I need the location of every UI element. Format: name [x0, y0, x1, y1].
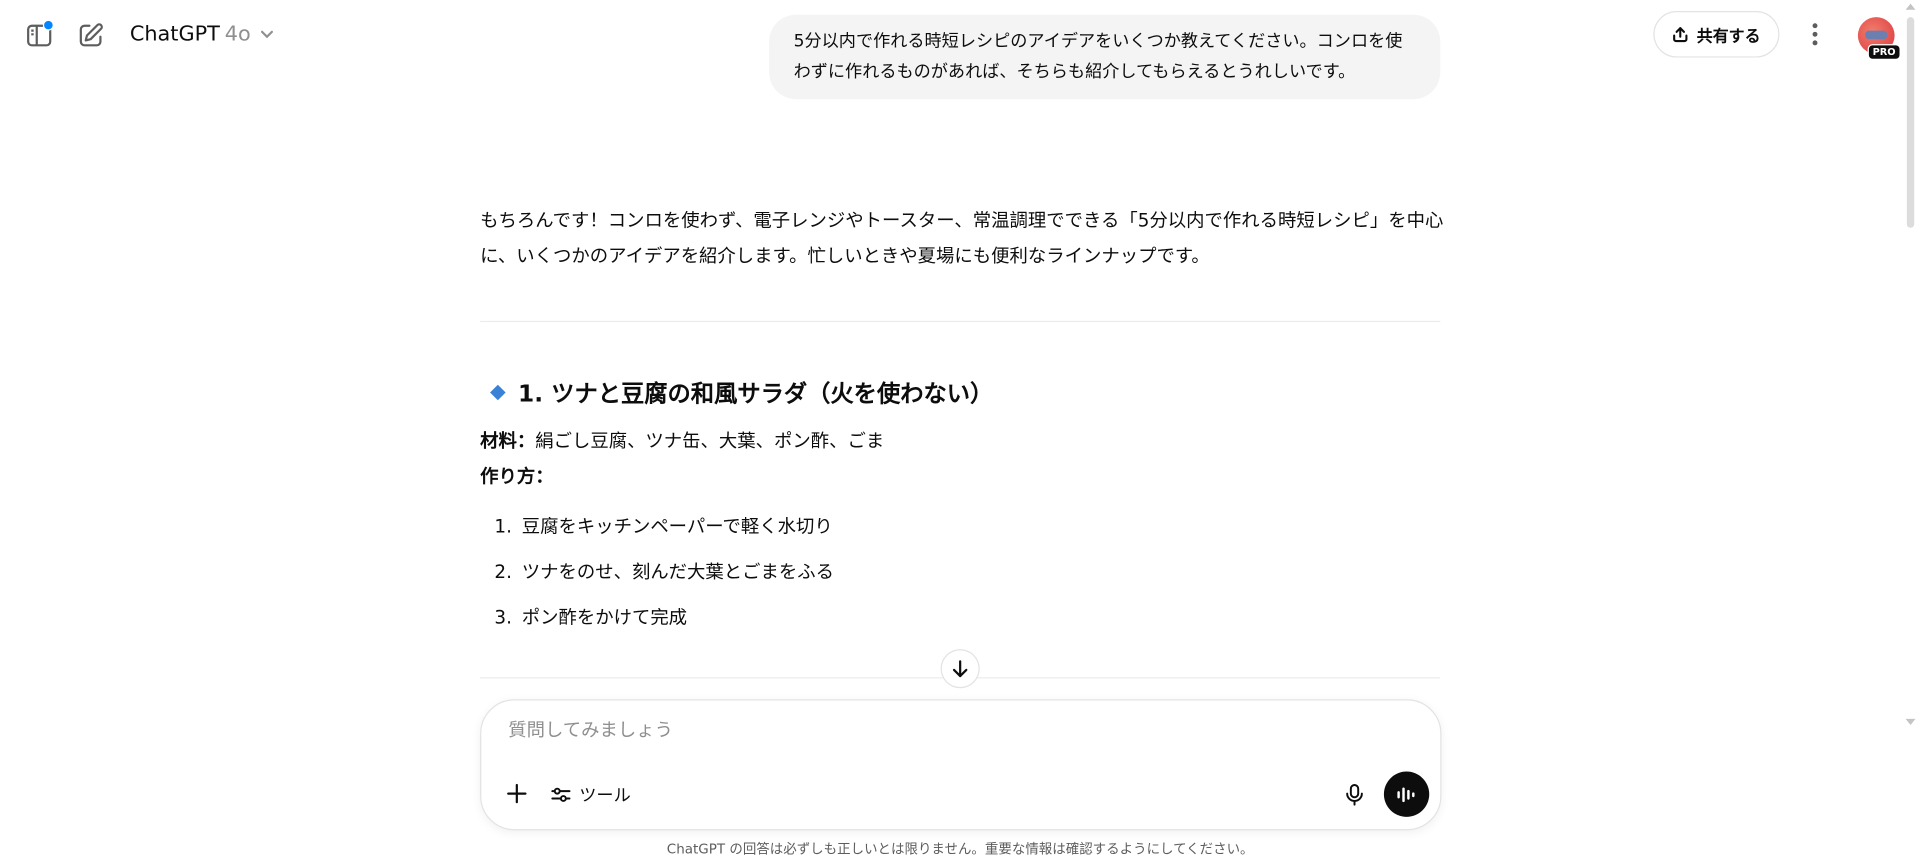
ingredients-line: 材料：絹ごし豆腐、ツナ缶、大葉、ポン酢、ごま	[480, 424, 884, 458]
voice-mode-button[interactable]	[1383, 771, 1430, 817]
sidebar-toggle-button[interactable]	[24, 19, 54, 50]
ingredients-label: 材料：	[480, 429, 536, 452]
step-number: 3.	[494, 605, 512, 628]
dictate-button[interactable]	[1339, 779, 1371, 811]
waveform-icon	[1396, 784, 1418, 804]
scroll-thumb[interactable]	[1906, 17, 1915, 228]
model-name: ChatGPT	[129, 22, 220, 47]
new-chat-button[interactable]	[76, 21, 105, 50]
method-label: 作り方：	[480, 465, 554, 488]
steps-list: 1. 豆腐をキッチンペーパーで軽く水切り 2. ツナをのせ、刻んだ大葉とごまをふる …	[480, 503, 834, 639]
more-vertical-icon	[1811, 22, 1818, 46]
scroll-down-arrow-icon[interactable]	[1905, 718, 1916, 726]
list-item: 1. 豆腐をキッチンペーパーで軽く水切り	[480, 503, 834, 548]
edit-icon	[77, 22, 104, 49]
chevron-down-icon	[258, 26, 275, 43]
tools-label: ツール	[579, 786, 631, 806]
tools-button[interactable]: ツール	[550, 779, 631, 811]
microphone-icon	[1345, 784, 1365, 806]
diamond-icon	[490, 384, 506, 401]
scrollbar[interactable]	[1903, 0, 1919, 866]
list-item: 3. ポン酢をかけて完成	[480, 594, 834, 639]
model-version: 4o	[224, 22, 251, 47]
sliders-icon	[550, 784, 572, 806]
step-number: 1.	[494, 514, 512, 538]
avatar-image	[1865, 30, 1888, 40]
step-text: ポン酢をかけて完成	[521, 606, 688, 629]
ingredients-text: 絹ごし豆腐、ツナ缶、大葉、ポン酢、ごま	[535, 429, 885, 452]
arrow-down-icon	[950, 659, 970, 679]
composer: ツール	[480, 699, 1442, 831]
user-message: 5分以内で作れる時短レシピのアイデアをいくつか教えてください。コンロを使わずに作…	[769, 14, 1441, 100]
scroll-to-bottom-button[interactable]	[940, 649, 980, 689]
share-label: 共有する	[1696, 27, 1761, 46]
scroll-up-arrow-icon[interactable]	[1905, 3, 1916, 10]
step-text: ツナをのせ、刻んだ大葉とごまをふる	[521, 560, 835, 583]
list-item: 2. ツナをのせ、刻んだ大葉とごまをふる	[480, 549, 834, 594]
share-button[interactable]: 共有する	[1653, 11, 1780, 58]
recipe-title: 1. ツナと豆腐の和風サラダ（火を使わない）	[485, 376, 993, 409]
add-attachment-button[interactable]	[501, 778, 533, 810]
step-number: 2.	[494, 560, 512, 583]
divider	[480, 320, 1441, 323]
pro-badge: PRO	[1867, 44, 1901, 61]
share-icon	[1672, 26, 1689, 43]
step-text: 豆腐をキッチンペーパーで軽く水切り	[521, 515, 833, 538]
recipe-title-text: 1. ツナと豆腐の和風サラダ（火を使わない）	[518, 380, 994, 408]
chat-page: ChatGPT 4o 共有する PRO 5分以内で作れる時短レシピのアイデアをい…	[0, 0, 1919, 866]
plus-icon	[506, 783, 528, 805]
model-switcher[interactable]: ChatGPT 4o	[129, 22, 275, 47]
assistant-intro: もちろんです！コンロを使わず、電子レンジやトースター、常温調理でできる「5分以内…	[480, 209, 1444, 267]
notification-dot	[42, 19, 54, 31]
prompt-input[interactable]	[505, 717, 1295, 743]
more-options-button[interactable]	[1800, 20, 1829, 49]
disclaimer: ChatGPT の回答は必ずしも正しいとは限りません。重要な情報は確認するように…	[666, 841, 1254, 858]
sidebar-icon	[26, 19, 54, 49]
